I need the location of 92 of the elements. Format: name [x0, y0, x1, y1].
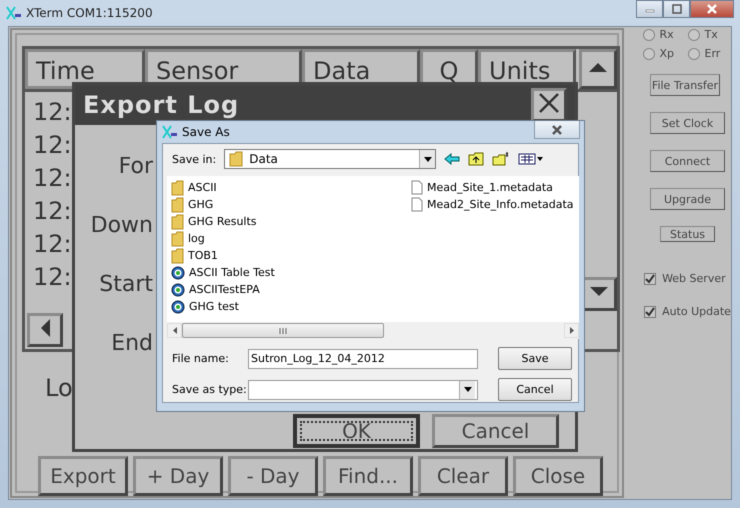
- save-in-label: Save in:: [172, 152, 216, 166]
- dialog-button[interactable]: OK: [293, 414, 420, 448]
- close-button[interactable]: [531, 88, 567, 122]
- file-item[interactable]: Mead2_Site_Info.metadata: [411, 196, 579, 213]
- action-button[interactable]: Export: [38, 456, 128, 496]
- scroll-up-button[interactable]: [579, 49, 617, 89]
- app-icon: [162, 125, 178, 139]
- action-button[interactable]: + Day: [133, 456, 223, 496]
- window-title: XTerm COM1:115200: [26, 6, 153, 20]
- side-button[interactable]: Upgrade: [650, 188, 725, 210]
- action-button[interactable]: - Day: [228, 456, 318, 496]
- file-item[interactable]: GHG Results: [171, 213, 411, 230]
- table-cell-text: 12:: [33, 229, 73, 260]
- caret-icon: [424, 156, 432, 162]
- dialog-title: Export Log: [83, 91, 240, 119]
- maximize-button[interactable]: [663, 0, 690, 18]
- checkbox[interactable]: [644, 272, 656, 284]
- field-label: For: [118, 153, 153, 181]
- file-item[interactable]: TOB1: [171, 247, 411, 264]
- horizontal-scrollbar[interactable]: [167, 322, 579, 339]
- field-label: Start: [99, 271, 153, 299]
- minimize-button[interactable]: [636, 0, 663, 18]
- document-icon: [411, 180, 423, 195]
- table-cell-text: 12:: [33, 130, 73, 161]
- folder-icon: [171, 248, 184, 264]
- caret-icon: [464, 387, 472, 392]
- up-triangle-icon: [587, 61, 609, 73]
- folder-dropdown[interactable]: Data: [224, 149, 436, 169]
- folder-icon: [171, 214, 184, 230]
- file-name-field[interactable]: Sutron_Log_12_04_2012: [248, 348, 478, 368]
- indicator-label: Xp: [660, 47, 674, 60]
- app-icon: [171, 282, 185, 296]
- scroll-left-button[interactable]: [27, 313, 63, 347]
- side-button[interactable]: Set Clock: [650, 112, 725, 134]
- save-button[interactable]: Save: [498, 347, 572, 370]
- close-icon: [706, 4, 718, 14]
- dialog-title: Save As: [182, 125, 230, 139]
- document-icon: [411, 197, 423, 212]
- option-label: Web Server: [662, 272, 726, 285]
- file-item[interactable]: GHG: [171, 196, 411, 213]
- new-folder-icon[interactable]: [492, 152, 510, 166]
- table-cell-text: 12:: [33, 163, 73, 194]
- field-label: Down: [90, 212, 153, 240]
- side-button[interactable]: Status: [660, 226, 715, 242]
- side-button[interactable]: Connect: [650, 150, 725, 172]
- grip-icon: [279, 328, 287, 334]
- dialog-button[interactable]: Cancel: [432, 414, 559, 448]
- close-icon: [538, 92, 560, 114]
- folder-icon: [171, 180, 184, 196]
- indicator-label: Err: [704, 47, 720, 60]
- back-arrow-icon[interactable]: [444, 153, 460, 165]
- folder-icon: [171, 196, 184, 212]
- file-item[interactable]: Mead_Site_1.metadata: [411, 179, 579, 196]
- file-item[interactable]: GHG test: [171, 298, 411, 315]
- app-icon: [6, 6, 22, 20]
- file-item[interactable]: ASCII Table Test: [171, 264, 411, 281]
- table-cell-text: 12:: [33, 97, 73, 128]
- check-icon: [645, 306, 656, 316]
- file-item[interactable]: log: [171, 230, 411, 247]
- folder-up-icon[interactable]: [468, 152, 484, 166]
- file-type-dropdown[interactable]: [248, 380, 478, 400]
- table-cell-text: 12:: [33, 262, 73, 293]
- field-label: End: [111, 330, 153, 358]
- maximize-icon: [672, 4, 682, 14]
- cancel-button[interactable]: Cancel: [498, 378, 572, 401]
- log-label: Lo: [45, 374, 73, 402]
- file-type-label: Save as type:: [172, 383, 248, 396]
- checkbox[interactable]: [644, 306, 656, 318]
- close-button[interactable]: [690, 0, 734, 18]
- file-item[interactable]: ASCII: [171, 179, 411, 196]
- view-menu-icon[interactable]: [518, 153, 544, 165]
- action-button[interactable]: Close: [513, 456, 603, 496]
- check-icon: [645, 274, 656, 284]
- side-button[interactable]: File Transfer: [650, 74, 720, 96]
- close-button[interactable]: [534, 121, 580, 139]
- right-triangle-icon: [570, 327, 574, 334]
- table-cell-text: 12:: [33, 196, 73, 227]
- left-triangle-icon: [39, 317, 51, 339]
- action-button[interactable]: Find...: [323, 456, 413, 496]
- left-triangle-icon: [172, 327, 176, 334]
- indicator-label: Rx: [660, 28, 674, 41]
- file-item[interactable]: ASCIITestEPA: [171, 281, 411, 298]
- action-button[interactable]: Clear: [418, 456, 508, 496]
- folder-icon: [171, 230, 184, 246]
- app-icon: [171, 300, 185, 314]
- indicator-label: Tx: [704, 28, 718, 41]
- app-icon: [171, 266, 185, 280]
- close-icon: [551, 124, 563, 134]
- option-label: Auto Update: [662, 305, 731, 318]
- file-name-label: File name:: [172, 352, 230, 365]
- folder-icon: [229, 151, 244, 167]
- down-triangle-icon: [588, 286, 610, 298]
